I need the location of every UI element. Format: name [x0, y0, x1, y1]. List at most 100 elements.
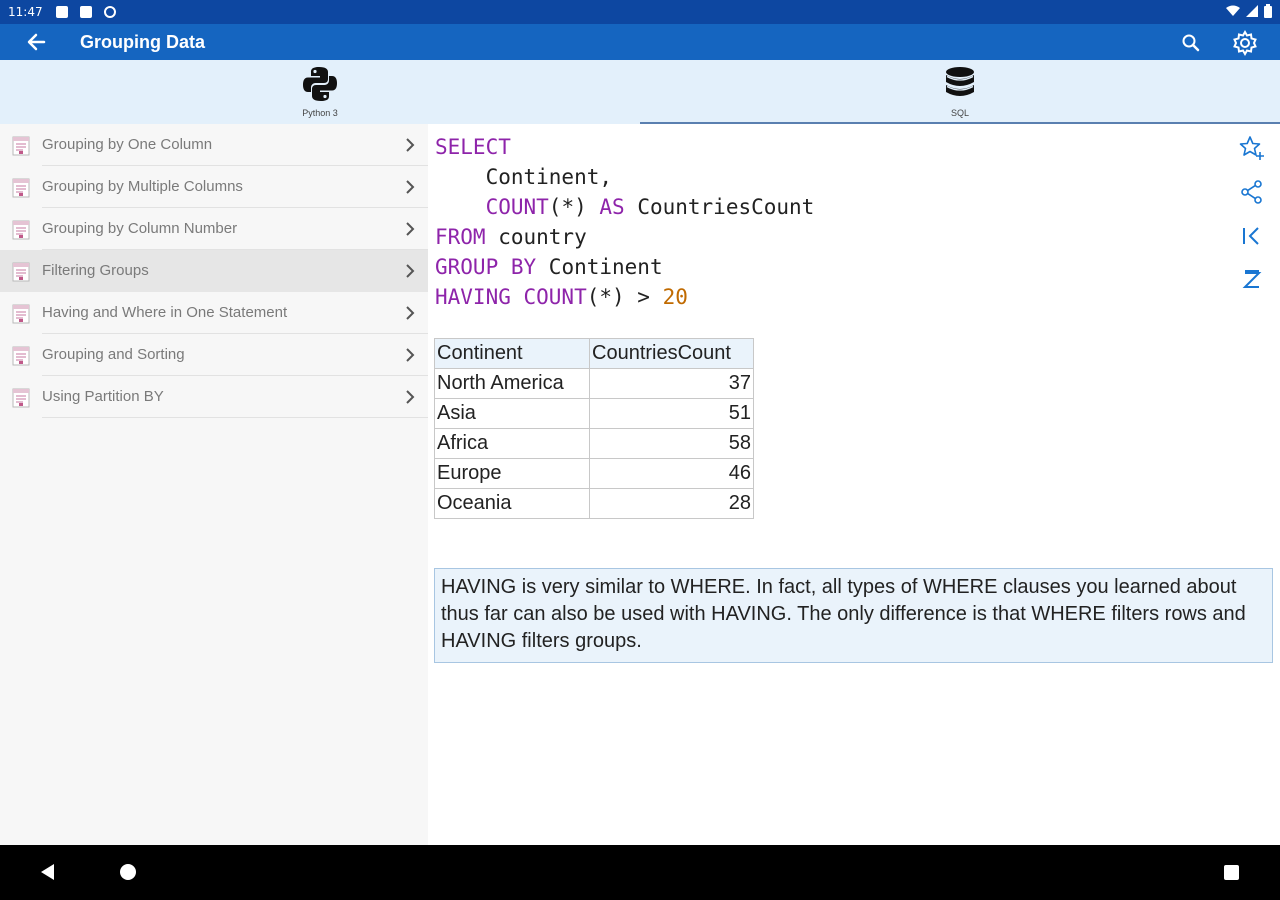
- status-system-icons: [1226, 4, 1272, 18]
- settings-button[interactable]: [1230, 28, 1260, 58]
- code-keyword: COUNT: [510, 285, 587, 309]
- first-page-icon: [1243, 227, 1259, 245]
- nav-recents-button[interactable]: [1224, 865, 1239, 880]
- sd-card-icon: [80, 6, 92, 18]
- code-text: (*) >: [586, 285, 663, 309]
- document-icon: [12, 346, 30, 366]
- table-header: CountriesCount: [589, 338, 754, 369]
- sidebar-item-grouping-and-sorting[interactable]: Grouping and Sorting: [0, 334, 428, 376]
- chevron-right-icon: [406, 390, 415, 404]
- nav-back-button[interactable]: [38, 862, 56, 882]
- table-row: Africa 58: [434, 428, 754, 459]
- document-icon: [12, 304, 30, 324]
- table-cell: North America: [434, 368, 590, 399]
- table-cell: 58: [589, 428, 754, 459]
- sidebar-item-grouping-by-one-column[interactable]: Grouping by One Column: [0, 124, 428, 166]
- search-icon: [1182, 34, 1200, 52]
- sidebar-item-filtering-groups[interactable]: Filtering Groups: [0, 250, 428, 292]
- first-lesson-button[interactable]: [1238, 222, 1266, 250]
- code-text: (*): [548, 195, 587, 219]
- share-icon: [1241, 180, 1262, 204]
- table-header-row: Continent CountriesCount: [434, 338, 754, 369]
- table-cell: 46: [589, 458, 754, 489]
- language-tabs: Python 3 SQL: [0, 60, 1280, 124]
- app-bar: Grouping Data: [0, 24, 1280, 60]
- chevron-right-icon: [406, 138, 415, 152]
- chevron-right-icon: [406, 264, 415, 278]
- table-row: North America 37: [434, 368, 754, 399]
- code-number: 20: [662, 285, 688, 309]
- table-cell: Asia: [434, 398, 590, 429]
- tab-python[interactable]: Python 3: [0, 60, 640, 124]
- code-text: CountriesCount: [624, 195, 815, 219]
- table-cell: 28: [589, 488, 754, 519]
- system-nav-bar: [0, 845, 1280, 900]
- table-row: Asia 51: [434, 398, 754, 429]
- code-keyword: COUNT: [435, 195, 549, 219]
- sidebar-item-label: Grouping and Sorting: [42, 346, 185, 363]
- favorite-button[interactable]: [1238, 134, 1266, 162]
- document-icon: [12, 136, 30, 156]
- triangle-back-icon: [41, 864, 54, 880]
- sidebar-item-using-partition-by[interactable]: Using Partition BY: [0, 376, 428, 418]
- table-row: Europe 46: [434, 458, 754, 489]
- sidebar-item-grouping-by-column-number[interactable]: Grouping by Column Number: [0, 208, 428, 250]
- sidebar-item-label: Grouping by Column Number: [42, 220, 238, 237]
- query-result-table: Continent CountriesCount North America 3…: [434, 338, 754, 519]
- wifi-icon: [1226, 5, 1240, 16]
- tab-sql[interactable]: SQL: [640, 60, 1280, 124]
- share-button[interactable]: [1238, 178, 1266, 206]
- table-cell: Oceania: [434, 488, 590, 519]
- document-icon: [12, 262, 30, 282]
- star-add-icon: [1239, 136, 1264, 160]
- chevron-right-icon: [406, 180, 415, 194]
- sidebar-item-label: Having and Where in One Statement: [42, 304, 288, 321]
- signal-icon: [1246, 5, 1258, 17]
- page-title: Grouping Data: [80, 32, 205, 52]
- code-keyword: AS: [586, 195, 625, 219]
- arrow-left-icon: [27, 33, 46, 51]
- back-button[interactable]: [20, 28, 52, 56]
- sidebar-item-label: Filtering Groups: [42, 262, 149, 279]
- search-button[interactable]: [1178, 30, 1204, 56]
- chevron-right-icon: [406, 348, 415, 362]
- table-cell: 51: [589, 398, 754, 429]
- code-text: country: [485, 225, 587, 249]
- sidebar-item-having-and-where[interactable]: Having and Where in One Statement: [0, 292, 428, 334]
- python-logo-icon: [303, 67, 337, 101]
- code-text: Continent,: [435, 165, 613, 189]
- chevron-right-icon: [406, 222, 415, 236]
- table-cell: Europe: [434, 458, 590, 489]
- sidebar-item-grouping-by-multiple-columns[interactable]: Grouping by Multiple Columns: [0, 166, 428, 208]
- gear-icon: [1233, 29, 1257, 57]
- chevron-right-icon: [406, 306, 415, 320]
- status-bar: 11:47: [0, 0, 1280, 24]
- database-icon: [946, 67, 974, 96]
- sql-code-block: SELECT Continent, COUNT(*) AS CountriesC…: [435, 132, 814, 312]
- notification-icon: [56, 6, 68, 18]
- sidebar-item-label: Grouping by One Column: [42, 136, 213, 153]
- status-time: 11:47: [8, 5, 43, 19]
- nav-home-button[interactable]: [120, 864, 136, 880]
- tab-python-label: Python 3: [302, 108, 338, 118]
- status-notification-icons: [56, 6, 116, 18]
- document-icon: [12, 388, 30, 408]
- table-row: Oceania 28: [434, 488, 754, 519]
- lesson-sidebar: Grouping by One Column Grouping by Multi…: [0, 124, 428, 845]
- table-header: Continent: [434, 338, 590, 369]
- document-icon: [12, 220, 30, 240]
- document-icon: [12, 178, 30, 198]
- explanation-note: HAVING is very similar to WHERE. In fact…: [434, 568, 1273, 663]
- code-keyword: FROM: [435, 225, 486, 249]
- table-cell: Africa: [434, 428, 590, 459]
- code-keyword: GROUP BY: [435, 255, 537, 279]
- lesson-content: SELECT Continent, COUNT(*) AS CountriesC…: [428, 124, 1280, 845]
- code-keyword: HAVING: [435, 285, 511, 309]
- sidebar-item-label: Grouping by Multiple Columns: [42, 178, 243, 195]
- code-keyword: SELECT: [435, 135, 511, 159]
- sleep-icon: [1242, 270, 1262, 288]
- battery-icon: [1264, 4, 1272, 18]
- code-text: Continent: [536, 255, 663, 279]
- sidebar-item-label: Using Partition BY: [42, 388, 164, 405]
- sleep-button[interactable]: [1238, 266, 1266, 294]
